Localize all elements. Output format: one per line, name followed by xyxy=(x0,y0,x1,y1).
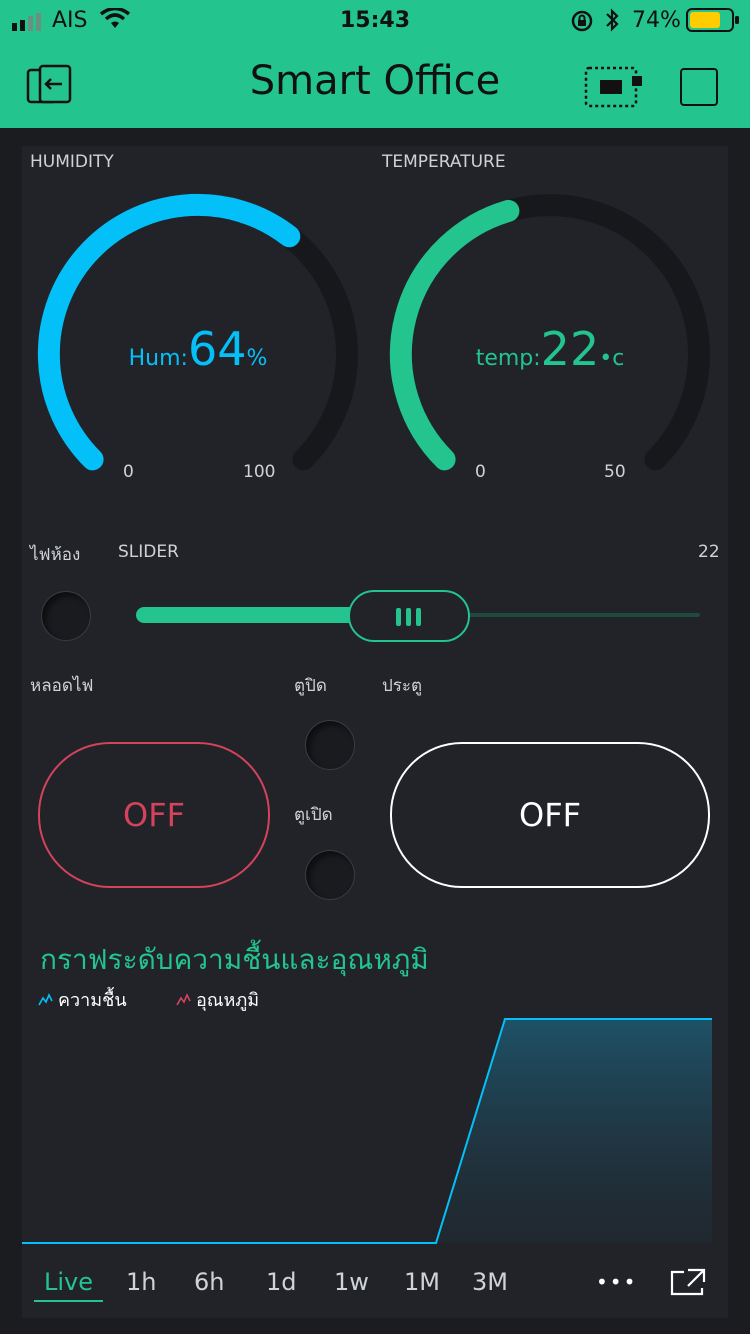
humidity-number: 64 xyxy=(187,322,247,376)
slider-label: SLIDER xyxy=(118,542,179,562)
tab-live[interactable]: Live xyxy=(34,1268,104,1302)
tab-1m[interactable]: 1M xyxy=(404,1268,440,1296)
chart-plot[interactable] xyxy=(22,1005,714,1250)
lamp-label: หลอดไฟ xyxy=(30,676,94,696)
tab-1w[interactable]: 1w xyxy=(334,1268,369,1296)
slider-value: 22 xyxy=(698,542,720,562)
door-button[interactable]: OFF xyxy=(390,742,710,888)
slider-thumb[interactable] xyxy=(347,590,470,642)
export-icon[interactable] xyxy=(670,1268,706,1300)
room-light-label: ไฟห้อง xyxy=(30,545,81,565)
lamp-button-label: OFF xyxy=(123,796,185,834)
chart-title: กราฟระดับความชื้นและอุณหภูมิ xyxy=(40,943,429,976)
more-icon[interactable]: ••• xyxy=(596,1270,637,1294)
temperature-max: 50 xyxy=(604,462,626,482)
humidity-prefix: Hum: xyxy=(128,346,188,371)
lamp-button[interactable]: OFF xyxy=(38,742,270,888)
room-light-led xyxy=(41,591,91,641)
temperature-unit: •c xyxy=(599,346,625,371)
humidity-value: Hum:64% xyxy=(98,322,298,376)
cabinet-closed-label: ตูปิด xyxy=(294,676,327,696)
humidity-min: 0 xyxy=(123,462,134,482)
temperature-number: 22 xyxy=(540,322,600,376)
humidity-area xyxy=(22,1019,712,1243)
temperature-prefix: temp: xyxy=(475,346,541,371)
tab-1d[interactable]: 1d xyxy=(266,1268,297,1296)
tab-3m[interactable]: 3M xyxy=(472,1268,508,1296)
temperature-min: 0 xyxy=(475,462,486,482)
tab-1h[interactable]: 1h xyxy=(126,1268,156,1296)
humidity-max: 100 xyxy=(243,462,276,482)
cabinet-open-label: ตูเปิด xyxy=(294,805,333,825)
grip-icon xyxy=(395,608,421,626)
tab-6h[interactable]: 6h xyxy=(194,1268,224,1296)
temperature-value: temp:22•c xyxy=(450,322,650,376)
door-label: ประตู xyxy=(382,676,423,696)
time-range-tabs: Live 1h 6h 1d 1w 1M 3M xyxy=(34,1266,554,1306)
cabinet-closed-led xyxy=(305,720,355,770)
door-button-label: OFF xyxy=(519,796,581,834)
cabinet-open-led xyxy=(305,850,355,900)
humidity-unit: % xyxy=(246,346,268,371)
gauges-svg xyxy=(37,193,710,471)
